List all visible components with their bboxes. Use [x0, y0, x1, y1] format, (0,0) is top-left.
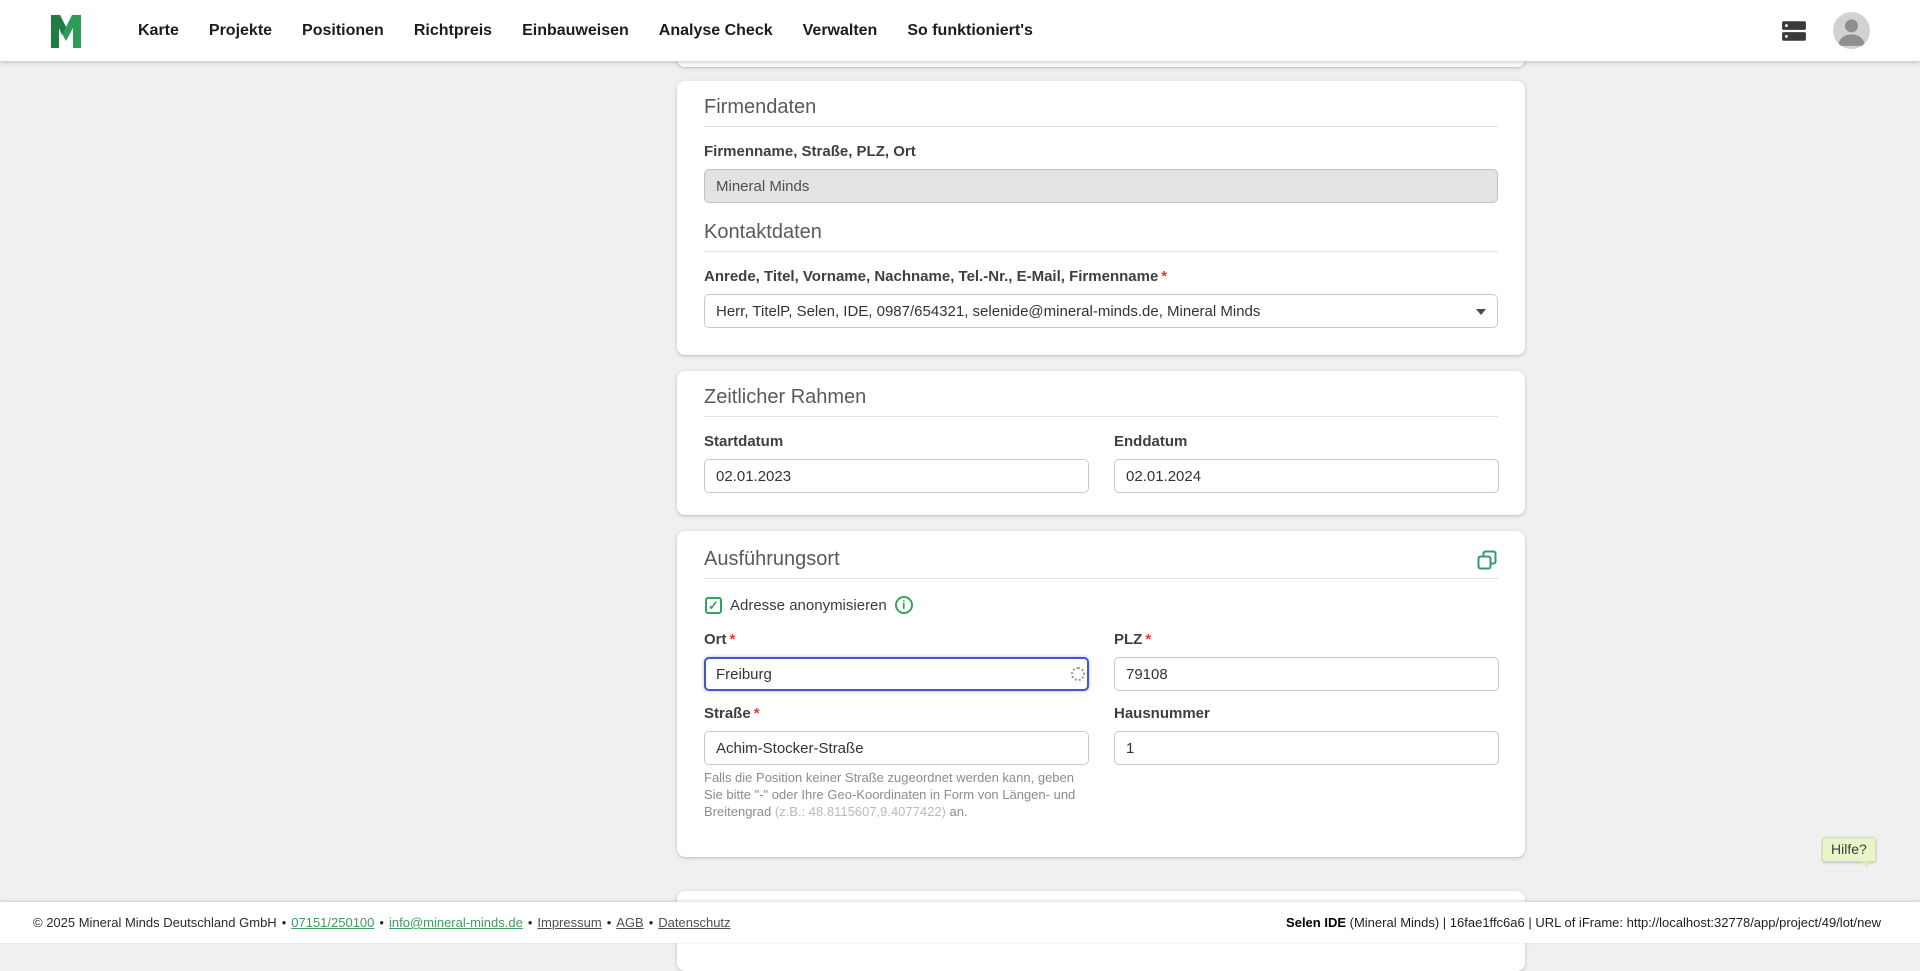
required-asterisk: * [754, 705, 760, 722]
iframe-url-text: (Mineral Minds) | 16fae1ffc6a6 | URL of … [1346, 915, 1881, 930]
footer-email-link[interactable]: info@mineral-minds.de [389, 915, 523, 930]
plz-input[interactable] [1114, 657, 1499, 691]
footer-impressum-link[interactable]: Impressum [537, 915, 601, 930]
section-title-ausfuehrungsort: Ausführungsort [704, 548, 840, 571]
kontakt-select[interactable]: Herr, TitelP, Selen, IDE, 0987/654321, s… [704, 294, 1498, 328]
anonymize-checkbox[interactable]: ✓ [705, 597, 722, 614]
ort-label: Ort* [704, 631, 735, 648]
footer-datenschutz-link[interactable]: Datenschutz [658, 915, 730, 930]
anonymize-row: ✓ Adresse anonymisieren i [705, 596, 913, 614]
section-title-firmendaten: Firmendaten [704, 96, 816, 119]
footer-phone-link[interactable]: 07151/250100 [291, 915, 374, 930]
divider [704, 126, 1498, 127]
company-field-label: Firmenname, Straße, PLZ, Ort [704, 143, 916, 160]
nav-item-richtpreis[interactable]: Richtpreis [414, 22, 492, 40]
geo-coordinates-example: (z.B.: 48.8115607,9.4077422) [775, 804, 946, 819]
card-zeitlicher-rahmen: Zeitlicher Rahmen Startdatum Enddatum [677, 371, 1525, 515]
startdatum-label: Startdatum [704, 433, 783, 450]
anonymize-label: Adresse anonymisieren [730, 597, 887, 614]
ort-input[interactable] [704, 657, 1089, 691]
strasse-helper-text: Falls die Position keiner Straße zugeord… [704, 769, 1084, 820]
ide-name: Selen IDE [1286, 915, 1346, 930]
nav-item-karte[interactable]: Karte [138, 22, 179, 40]
server-icon[interactable] [1778, 18, 1810, 44]
nav-item-projekte[interactable]: Projekte [209, 22, 272, 40]
nav-item-verwalten[interactable]: Verwalten [803, 22, 878, 40]
footer-left: © 2025 Mineral Minds Deutschland GmbH • … [33, 915, 731, 930]
plz-label: PLZ* [1114, 631, 1151, 648]
card-firmendaten: Firmendaten Firmenname, Straße, PLZ, Ort… [677, 81, 1525, 355]
nav-item-analyse-check[interactable]: Analyse Check [659, 22, 773, 40]
kontakt-select-value: Herr, TitelP, Selen, IDE, 0987/654321, s… [716, 303, 1260, 320]
card-ausfuehrungsort: Ausführungsort ✓ Adresse anonymisieren i… [677, 531, 1525, 857]
copy-icon[interactable] [1476, 549, 1498, 571]
company-field[interactable] [704, 169, 1498, 203]
hausnummer-input[interactable] [1114, 731, 1499, 765]
strasse-label: Straße* [704, 705, 760, 722]
page-footer: © 2025 Mineral Minds Deutschland GmbH • … [0, 902, 1920, 943]
chevron-down-icon [1476, 309, 1486, 315]
main-nav: Karte Projekte Positionen Richtpreis Ein… [138, 0, 1033, 61]
required-asterisk: * [730, 631, 736, 648]
info-icon[interactable]: i [895, 596, 913, 614]
divider [704, 251, 1498, 252]
nav-item-so-funktionierts[interactable]: So funktioniert's [907, 22, 1033, 40]
nav-item-positionen[interactable]: Positionen [302, 22, 384, 40]
help-button[interactable]: Hilfe? [1822, 837, 1876, 862]
strasse-input[interactable] [704, 731, 1089, 765]
required-asterisk: * [1145, 631, 1151, 648]
kontakt-field-label: Anrede, Titel, Vorname, Nachname, Tel.-N… [704, 268, 1167, 285]
enddatum-label: Enddatum [1114, 433, 1187, 450]
hausnummer-label: Hausnummer [1114, 705, 1210, 722]
startdatum-input[interactable] [704, 459, 1089, 493]
top-navbar: Karte Projekte Positionen Richtpreis Ein… [0, 0, 1920, 61]
divider [704, 578, 1498, 579]
footer-agb-link[interactable]: AGB [616, 915, 643, 930]
copyright-text: © 2025 Mineral Minds Deutschland GmbH [33, 915, 277, 930]
divider [704, 416, 1498, 417]
user-avatar[interactable] [1833, 12, 1870, 49]
section-title-kontaktdaten: Kontaktdaten [704, 221, 822, 244]
section-title-zeitlicher-rahmen: Zeitlicher Rahmen [704, 386, 866, 409]
enddatum-input[interactable] [1114, 459, 1499, 493]
check-icon: ✓ [708, 599, 719, 612]
app-logo[interactable] [46, 10, 86, 50]
required-asterisk: * [1161, 268, 1167, 285]
nav-item-einbauweisen[interactable]: Einbauweisen [522, 22, 629, 40]
footer-debug-info: Selen IDE (Mineral Minds) | 16fae1ffc6a6… [1286, 915, 1881, 930]
loading-spinner-icon [1071, 667, 1085, 681]
